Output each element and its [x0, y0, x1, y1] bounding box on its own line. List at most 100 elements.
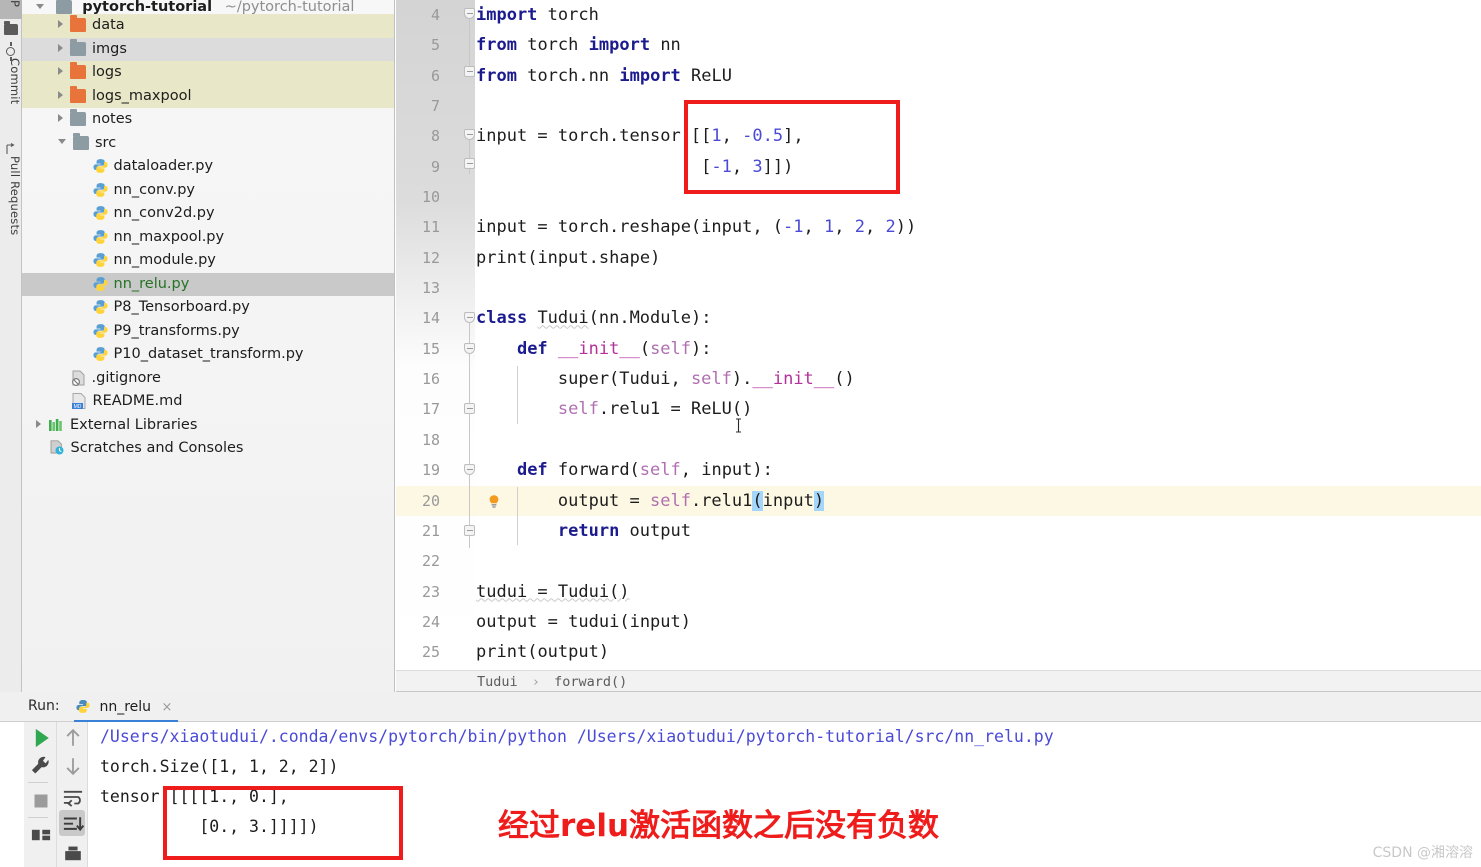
code-line-14[interactable]: 14 class Tudui(nn.Module):: [396, 303, 1481, 333]
settings-wrench-button[interactable]: [28, 753, 54, 779]
close-tab-icon[interactable]: ×: [161, 700, 172, 715]
fold-marker-forward[interactable]: [464, 464, 476, 476]
tree-item-scratches-and-consoles[interactable]: Scratches and Consoles: [22, 437, 394, 461]
fold-marker-import-end[interactable]: [464, 66, 476, 78]
tree-item-nn-conv-py[interactable]: nn_conv.py: [22, 179, 394, 203]
tree-item-p9-transforms-py[interactable]: P9_transforms.py: [22, 320, 394, 344]
code-line-21[interactable]: 21 return output: [396, 516, 1481, 546]
code-line-6[interactable]: 6 from torch.nn import ReLU: [396, 61, 1481, 91]
line-number: 18: [421, 430, 440, 449]
project-tree-panel[interactable]: pytorch-tutorial ~/pytorch-tutorial data…: [22, 0, 395, 692]
fold-marker-init-end[interactable]: [464, 403, 476, 415]
stop-button[interactable]: [28, 788, 54, 814]
line-number: 25: [421, 643, 440, 662]
fold-marker-forward-end[interactable]: [464, 525, 476, 537]
fold-marker-init[interactable]: [464, 343, 476, 355]
tree-item-logs-maxpool[interactable]: logs_maxpool: [22, 84, 394, 108]
twisty-icon[interactable]: [58, 114, 63, 122]
tree-item-p10-dataset-transform-py[interactable]: P10_dataset_transform.py: [22, 343, 394, 367]
breadcrumb[interactable]: Tudui › forward(): [396, 670, 1481, 692]
run-tab-nn-relu[interactable]: nn_relu ×: [74, 692, 179, 722]
code-line-4[interactable]: 4 import torch: [396, 0, 1481, 30]
ide-window: P Commit Pull Requests pytorch-tutorial …: [0, 0, 1481, 867]
tree-item-imgs[interactable]: imgs: [22, 37, 394, 61]
breadcrumb-separator-icon: ›: [531, 674, 540, 690]
tool-tab-pull-requests[interactable]: Pull Requests: [0, 140, 22, 254]
code-line-24[interactable]: 24 output = tudui(input): [396, 607, 1481, 637]
tree-item-src[interactable]: src: [22, 132, 394, 156]
code-line-23[interactable]: 23 tudui = Tudui(): [396, 577, 1481, 607]
tree-item-external-libraries[interactable]: External Libraries: [22, 414, 394, 438]
tree-item-readme-md[interactable]: MD README.md: [22, 390, 394, 414]
indent-guide: [517, 366, 518, 424]
twisty-icon[interactable]: [58, 139, 66, 144]
commit-icon: [6, 42, 15, 61]
tree-item--gitignore[interactable]: .gitignore: [22, 367, 394, 391]
twisty-icon[interactable]: [58, 20, 63, 28]
code-line-8[interactable]: 8 input = torch.tensor([[1, -0.5],: [396, 121, 1481, 151]
code-line-10[interactable]: 10: [396, 182, 1481, 212]
tree-item-label: logs_maxpool: [92, 87, 192, 104]
tree-root-row[interactable]: pytorch-tutorial ~/pytorch-tutorial: [22, 0, 394, 14]
code-line-18[interactable]: 18: [396, 425, 1481, 455]
fold-marker-import[interactable]: [464, 8, 476, 20]
code-line-15[interactable]: 15 def __init__(self):: [396, 334, 1481, 364]
pull-request-icon: [6, 143, 15, 154]
code-line-17[interactable]: 17 self.relu1 = ReLU(): [396, 394, 1481, 424]
code-line-9[interactable]: 9 [-1, 3]]): [396, 152, 1481, 182]
tree-item-label: nn_relu.py: [113, 275, 190, 292]
twisty-icon[interactable]: [58, 67, 63, 75]
code-editor[interactable]: 4 import torch 5 from torch import nn 6 from …: [396, 0, 1481, 670]
tree-item-nn-relu-py[interactable]: nn_relu.py: [22, 272, 394, 296]
code-line-7[interactable]: 7: [396, 91, 1481, 121]
tree-item-nn-conv2d-py[interactable]: nn_conv2d.py: [22, 202, 394, 226]
tree-item-nn-module-py[interactable]: nn_module.py: [22, 249, 394, 273]
tree-item-dataloader-py[interactable]: dataloader.py: [22, 155, 394, 179]
run-actions-toolbar[interactable]: [24, 722, 56, 867]
soft-wrap-button[interactable]: [60, 784, 86, 810]
code-line-13[interactable]: 13: [396, 273, 1481, 303]
python-file-icon: [92, 347, 108, 361]
twisty-icon[interactable]: [58, 90, 63, 99]
scroll-to-end-button[interactable]: [60, 812, 86, 838]
twisty-icon[interactable]: [36, 419, 41, 428]
text-cursor-icon: [736, 418, 741, 433]
code-line-list[interactable]: 4 import torch 5 from torch import nn 6 from …: [396, 0, 1481, 668]
tree-item-nn-maxpool-py[interactable]: nn_maxpool.py: [22, 226, 394, 250]
tree-item-label: dataloader.py: [113, 158, 214, 174]
line-code: super(Tudui, self).__init__(): [476, 369, 855, 390]
python-file-icon: [92, 323, 108, 338]
print-button[interactable]: [60, 842, 86, 867]
folder-icon: [70, 109, 86, 126]
scroll-down-button[interactable]: [60, 753, 86, 779]
tree-item-data[interactable]: data: [22, 14, 394, 38]
folder-icon: [73, 132, 89, 150]
tree-item-label: External Libraries: [70, 416, 198, 433]
fold-marker-tensor-end[interactable]: [464, 158, 476, 170]
rerun-button[interactable]: [28, 725, 54, 751]
code-line-5[interactable]: 5 from torch import nn: [396, 30, 1481, 60]
console-actions-toolbar[interactable]: [56, 722, 88, 867]
console-line-1: torch.Size([1, 1, 2, 2]): [100, 757, 339, 776]
root-twisty-icon[interactable]: [36, 3, 44, 9]
breadcrumb-class[interactable]: Tudui: [477, 674, 518, 690]
tree-item-logs[interactable]: logs: [22, 61, 394, 85]
code-line-20[interactable]: 20 output = self.relu1(input): [396, 485, 1481, 516]
fold-marker-class[interactable]: [464, 312, 476, 324]
code-line-25[interactable]: 25 print(output): [396, 637, 1481, 667]
tool-tab-project[interactable]: P: [0, 0, 22, 19]
twisty-icon[interactable]: [58, 43, 63, 52]
scroll-up-button[interactable]: [60, 725, 86, 751]
breadcrumb-method[interactable]: forward(): [554, 674, 627, 690]
code-line-11[interactable]: 11 input = torch.reshape(input, (-1, 1, 2…: [396, 212, 1481, 242]
code-line-12[interactable]: 12 print(input.shape): [396, 243, 1481, 273]
code-line-22[interactable]: 22: [396, 546, 1481, 576]
tree-item-p8-tensorboard-py[interactable]: P8_Tensorboard.py: [22, 296, 394, 320]
intention-bulb-icon[interactable]: [486, 494, 502, 510]
code-line-16[interactable]: 16 super(Tudui, self).__init__(): [396, 364, 1481, 394]
project-folder-icon: [4, 21, 18, 35]
code-line-19[interactable]: 19 def forward(self, input):: [396, 455, 1481, 485]
fold-marker-tensor[interactable]: [464, 129, 476, 141]
layout-button[interactable]: [28, 822, 54, 848]
tree-item-notes[interactable]: notes: [22, 108, 394, 132]
